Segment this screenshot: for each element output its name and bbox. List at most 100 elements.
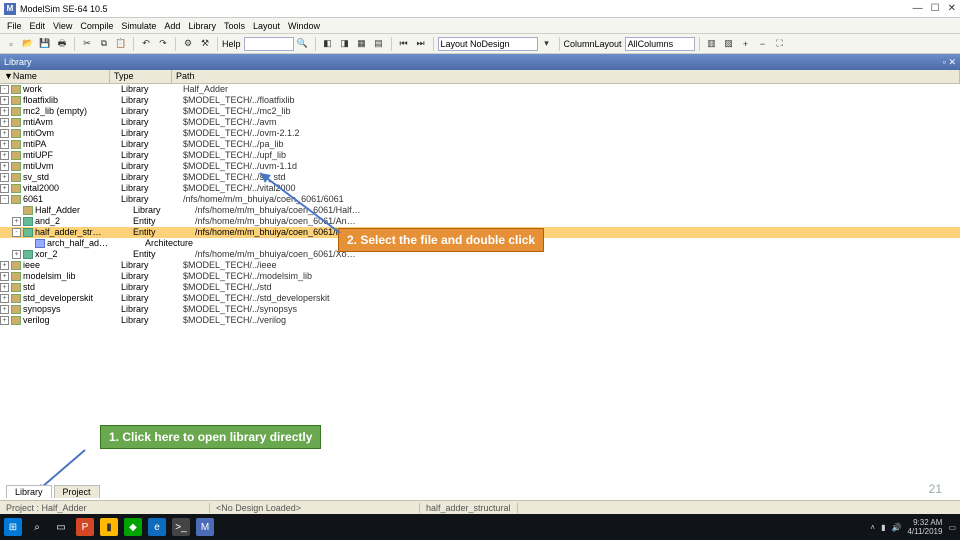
col-name[interactable]: ▼Name (0, 70, 110, 83)
expander-icon[interactable]: + (12, 250, 21, 259)
step-back-icon[interactable]: ⏮ (396, 36, 412, 52)
tree-row[interactable]: +stdLibrary$MODEL_TECH/../std (0, 282, 960, 293)
tree-row[interactable]: +mc2_lib (empty)Library$MODEL_TECH/../mc… (0, 106, 960, 117)
open-icon[interactable]: 📂 (20, 36, 36, 52)
modelsim-taskbar-icon[interactable]: M (196, 518, 214, 536)
tree-row[interactable]: +floatfixlibLibrary$MODEL_TECH/../floatf… (0, 95, 960, 106)
tray-up-icon[interactable]: ˄ (870, 523, 875, 532)
menu-edit[interactable]: Edit (27, 21, 49, 31)
tray-net-icon[interactable]: ▮ (881, 523, 885, 532)
expander-icon[interactable]: + (0, 107, 9, 116)
zoom-out-icon[interactable]: − (755, 36, 771, 52)
step-fwd-icon[interactable]: ⏭ (413, 36, 429, 52)
expander-icon[interactable]: + (0, 140, 9, 149)
tree-row[interactable]: +mtiOvmLibrary$MODEL_TECH/../ovm-2.1.2 (0, 128, 960, 139)
terminal-icon[interactable]: >_ (172, 518, 190, 536)
help-input[interactable] (244, 37, 294, 51)
zoom-fit-icon[interactable]: ⛶ (772, 36, 788, 52)
tree-row[interactable]: +and_2Entity/nfs/home/m/m_bhuiya/coen_60… (0, 216, 960, 227)
print-icon[interactable]: 🖶 (54, 36, 70, 52)
expander-icon[interactable]: + (12, 217, 21, 226)
grid-a-icon[interactable]: ▥ (704, 36, 720, 52)
tool-a-icon[interactable]: ◧ (320, 36, 336, 52)
tool-c-icon[interactable]: ▦ (354, 36, 370, 52)
taskview-icon[interactable]: ▭ (52, 518, 70, 536)
panel-close-icon[interactable]: ▫ ✕ (943, 57, 956, 68)
menu-view[interactable]: View (50, 21, 75, 31)
undo-icon[interactable]: ↶ (138, 36, 154, 52)
tree-row[interactable]: +synopsysLibrary$MODEL_TECH/../synopsys (0, 304, 960, 315)
compile-all-icon[interactable]: ⚒ (197, 36, 213, 52)
expander-icon[interactable]: + (0, 261, 9, 270)
maximize-button[interactable]: ☐ (931, 3, 940, 14)
explorer-icon[interactable]: ▮ (100, 518, 118, 536)
tab-library[interactable]: Library (6, 485, 52, 498)
expander-icon[interactable]: - (0, 85, 9, 94)
menu-compile[interactable]: Compile (77, 21, 116, 31)
menu-window[interactable]: Window (285, 21, 323, 31)
paste-icon[interactable]: 📋 (113, 36, 129, 52)
cut-icon[interactable]: ✂ (79, 36, 95, 52)
compile-icon[interactable]: ⚙ (180, 36, 196, 52)
tool-b-icon[interactable]: ◨ (337, 36, 353, 52)
tool-d-icon[interactable]: ▤ (371, 36, 387, 52)
expander-icon[interactable]: + (0, 118, 9, 127)
expander-icon[interactable]: + (0, 283, 9, 292)
zoom-in-icon[interactable]: + (738, 36, 754, 52)
tree-row[interactable]: +mtiUvmLibrary$MODEL_TECH/../uvm-1.1d (0, 161, 960, 172)
menu-library[interactable]: Library (185, 21, 219, 31)
menu-simulate[interactable]: Simulate (118, 21, 159, 31)
tab-project[interactable]: Project (54, 485, 100, 498)
expander-icon[interactable]: + (0, 316, 9, 325)
tree-row[interactable]: +mtiPALibrary$MODEL_TECH/../pa_lib (0, 139, 960, 150)
tree-row[interactable]: +std_developerskitLibrary$MODEL_TECH/../… (0, 293, 960, 304)
tree-row[interactable]: +sv_stdLibrary$MODEL_TECH/../sv_std (0, 172, 960, 183)
tray-vol-icon[interactable]: 🔊 (891, 523, 901, 532)
copy-icon[interactable]: ⧉ (96, 36, 112, 52)
search-taskbar-icon[interactable]: ⌕ (28, 518, 46, 536)
expander-icon[interactable]: + (0, 272, 9, 281)
expander-icon[interactable]: + (0, 151, 9, 160)
tree-row[interactable]: -workLibraryHalf_Adder (0, 84, 960, 95)
tree-row[interactable]: +vital2000Library$MODEL_TECH/../vital200… (0, 183, 960, 194)
menu-layout[interactable]: Layout (250, 21, 283, 31)
expander-icon[interactable]: + (0, 96, 9, 105)
expander-icon[interactable]: + (0, 294, 9, 303)
close-button[interactable]: ✕ (948, 3, 956, 14)
grid-b-icon[interactable]: ▨ (721, 36, 737, 52)
expander-icon[interactable]: + (0, 184, 9, 193)
ie-icon[interactable]: e (148, 518, 166, 536)
powerpoint-icon[interactable]: P (76, 518, 94, 536)
tree-row[interactable]: +verilogLibrary$MODEL_TECH/../verilog (0, 315, 960, 326)
row-path: $MODEL_TECH/../verilog (183, 315, 960, 326)
minimize-button[interactable]: — (913, 3, 923, 14)
new-icon[interactable]: ▫ (3, 36, 19, 52)
search-icon[interactable]: 🔍 (295, 36, 311, 52)
tree-row[interactable]: +mtiUPFLibrary$MODEL_TECH/../upf_lib (0, 150, 960, 161)
tree-row[interactable]: -6061Library/nfs/home/m/m_bhuiya/coen_60… (0, 194, 960, 205)
menu-file[interactable]: File (4, 21, 25, 31)
tree-row[interactable]: +modelsim_libLibrary$MODEL_TECH/../model… (0, 271, 960, 282)
expander-icon[interactable]: + (0, 305, 9, 314)
tree-row[interactable]: Half_AdderLibrary/nfs/home/m/m_bhuiya/co… (0, 205, 960, 216)
redo-icon[interactable]: ↷ (155, 36, 171, 52)
tray-notif-icon[interactable]: ▭ (948, 523, 956, 532)
layout-select[interactable] (438, 37, 538, 51)
expander-icon[interactable]: - (0, 195, 9, 204)
menu-tools[interactable]: Tools (221, 21, 248, 31)
col-type[interactable]: Type (110, 70, 172, 83)
row-path: $MODEL_TECH/../std (183, 282, 960, 293)
expander-icon[interactable]: + (0, 129, 9, 138)
collayout-select[interactable] (625, 37, 695, 51)
expander-icon[interactable]: + (0, 162, 9, 171)
tree-row[interactable]: +ieeeLibrary$MODEL_TECH/../ieee (0, 260, 960, 271)
col-path[interactable]: Path (172, 70, 960, 83)
expander-icon[interactable]: + (0, 173, 9, 182)
menu-add[interactable]: Add (161, 21, 183, 31)
app-icon-2[interactable]: ◆ (124, 518, 142, 536)
tree-row[interactable]: +mtiAvmLibrary$MODEL_TECH/../avm (0, 117, 960, 128)
chevron-down-icon[interactable]: ▾ (539, 36, 555, 52)
expander-icon[interactable]: - (12, 228, 21, 237)
start-icon[interactable]: ⊞ (4, 518, 22, 536)
save-icon[interactable]: 💾 (37, 36, 53, 52)
